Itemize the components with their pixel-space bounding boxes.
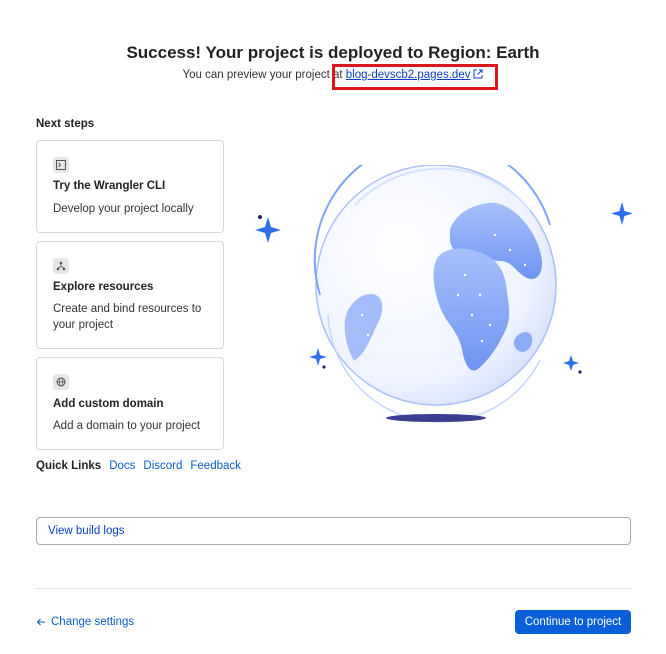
- arrow-left-icon: [36, 618, 45, 626]
- resources-icon: [53, 258, 69, 274]
- card-title: Add custom domain: [53, 398, 164, 410]
- globe-illustration: [250, 138, 640, 430]
- change-settings-link[interactable]: Change settings: [36, 616, 134, 628]
- card-explore-resources[interactable]: Explore resources Create and bind resour…: [36, 241, 224, 349]
- card-desc: Create and bind resources to your projec…: [53, 303, 202, 331]
- view-build-logs-button[interactable]: View build logs: [36, 517, 631, 545]
- feedback-link[interactable]: Feedback: [190, 460, 241, 472]
- quick-links-label: Quick Links: [36, 460, 102, 472]
- continue-to-project-button[interactable]: Continue to project: [515, 610, 631, 634]
- card-desc: Add a domain to your project: [53, 420, 201, 432]
- card-wrangler-cli[interactable]: Try the Wrangler CLI Develop your projec…: [36, 140, 224, 233]
- card-desc: Develop your project locally: [53, 203, 194, 215]
- page-title: Success! Your project is deployed to Reg…: [126, 43, 540, 62]
- divider: [36, 588, 631, 589]
- globe-icon: [53, 374, 69, 390]
- card-title: Explore resources: [53, 281, 154, 293]
- highlight-box: [332, 64, 498, 90]
- quick-links: Quick Links Docs Discord Feedback: [36, 460, 241, 472]
- change-settings-label[interactable]: Change settings: [51, 616, 134, 628]
- terminal-icon: [53, 157, 69, 173]
- docs-link[interactable]: Docs: [109, 460, 135, 472]
- discord-link[interactable]: Discord: [143, 460, 182, 472]
- card-title: Try the Wrangler CLI: [53, 180, 166, 192]
- card-custom-domain[interactable]: Add custom domain Add a domain to your p…: [36, 357, 224, 450]
- next-steps-heading: Next steps: [36, 118, 95, 130]
- preview-prefix: You can preview your project at: [182, 69, 343, 81]
